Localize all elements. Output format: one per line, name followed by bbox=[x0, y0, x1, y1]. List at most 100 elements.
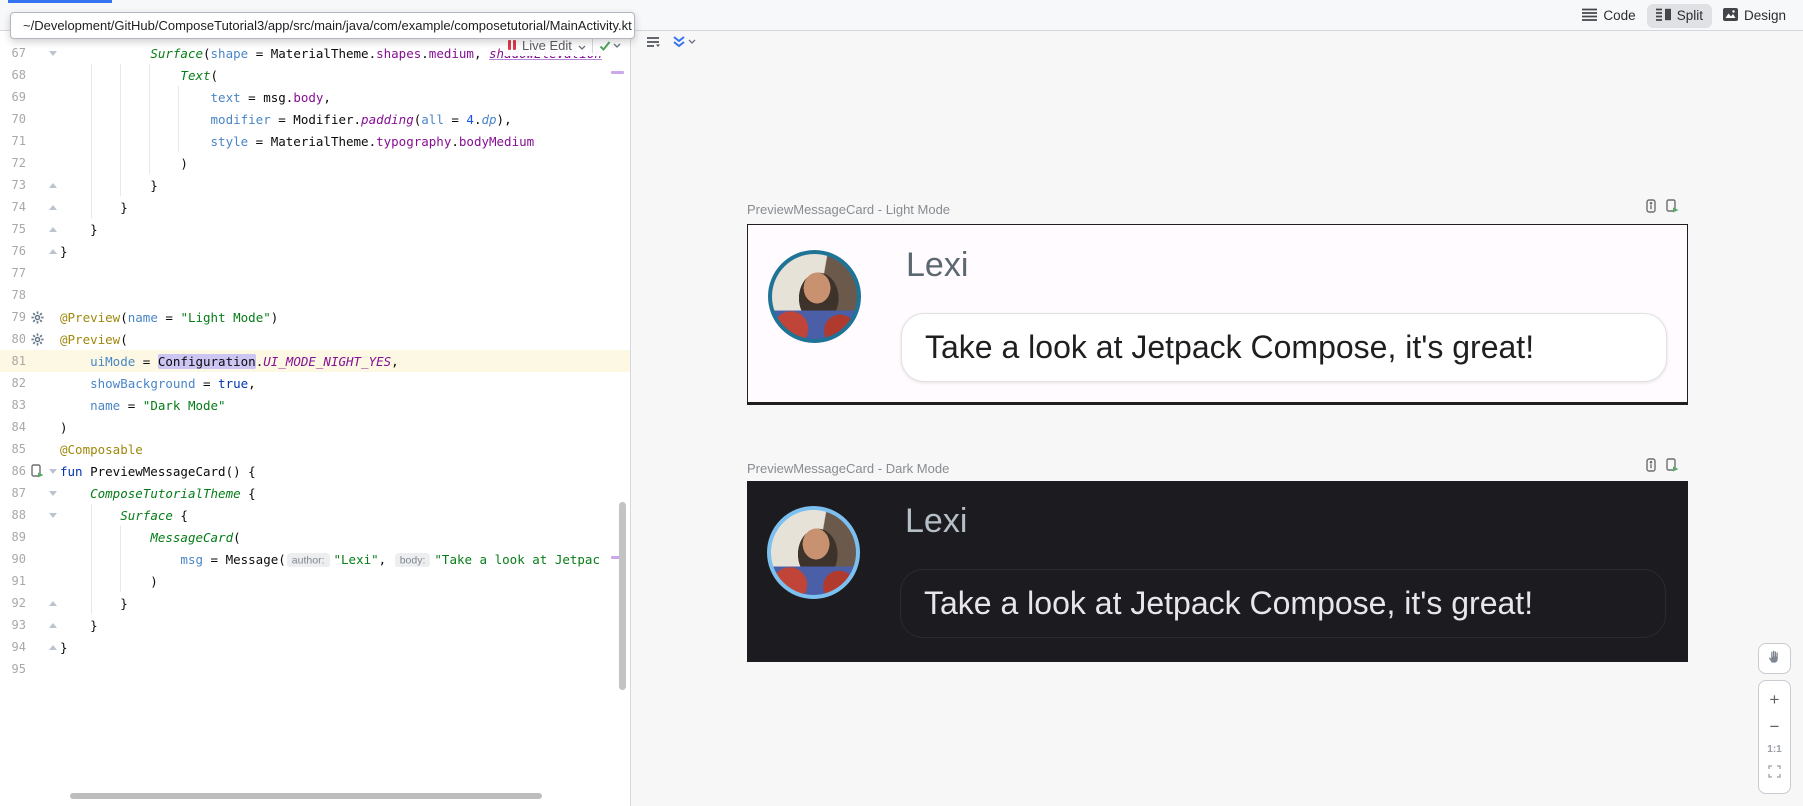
toolbar-divider bbox=[592, 39, 593, 53]
live-edit-label[interactable]: Live Edit bbox=[522, 38, 572, 53]
compose-preview-pane: PreviewMessageCard - Light Mode Lexi Tak… bbox=[632, 31, 1803, 806]
split-icon bbox=[1656, 8, 1671, 24]
tab-design[interactable]: Design bbox=[1714, 4, 1795, 28]
code-line[interactable]: 81 uiMode = Configuration.UI_MODE_NIGHT_… bbox=[0, 350, 630, 372]
code-line[interactable]: 82 showBackground = true, bbox=[0, 372, 630, 394]
line-number: 75 bbox=[0, 222, 26, 236]
tab-split[interactable]: Split bbox=[1647, 4, 1712, 28]
interactive-mode-icon[interactable] bbox=[1644, 458, 1658, 477]
code-line[interactable]: 84) bbox=[0, 416, 630, 438]
ui-check-dropdown[interactable] bbox=[646, 36, 660, 48]
fold-marker[interactable] bbox=[47, 623, 59, 628]
line-number: 95 bbox=[0, 662, 26, 676]
message-bubble: Take a look at Jetpack Compose, it's gre… bbox=[900, 569, 1666, 638]
zoom-in-button[interactable]: + bbox=[1770, 691, 1780, 708]
code-line[interactable]: 94} bbox=[0, 636, 630, 658]
code-line[interactable]: 79@Preview(name = "Light Mode") bbox=[0, 306, 630, 328]
syntax-ok-dropdown[interactable] bbox=[599, 41, 621, 51]
fold-marker[interactable] bbox=[47, 513, 59, 518]
fold-marker[interactable] bbox=[47, 469, 59, 474]
message-text: Take a look at Jetpack Compose, it's gre… bbox=[924, 585, 1533, 622]
line-number: 79 bbox=[0, 310, 26, 324]
code-line[interactable]: 88 Surface { bbox=[0, 504, 630, 526]
code-icon bbox=[1582, 8, 1597, 24]
zoom-actual-size-button[interactable]: 1:1 bbox=[1767, 744, 1781, 755]
author-name: Lexi bbox=[906, 246, 968, 285]
code-editor-pane[interactable]: 67 Surface(shape = MaterialTheme.shapes.… bbox=[0, 31, 631, 806]
line-number: 81 bbox=[0, 354, 26, 368]
code-line[interactable]: 75 } bbox=[0, 218, 630, 240]
fold-marker[interactable] bbox=[47, 645, 59, 650]
layout-inspector-dropdown[interactable] bbox=[672, 35, 696, 48]
line-number: 84 bbox=[0, 420, 26, 434]
gutter-gear-icon[interactable] bbox=[31, 333, 47, 346]
interactive-mode-icon[interactable] bbox=[1644, 199, 1658, 218]
code-line[interactable]: 72 ) bbox=[0, 152, 630, 174]
line-number: 91 bbox=[0, 574, 26, 588]
fold-marker[interactable] bbox=[47, 205, 59, 210]
line-number: 68 bbox=[0, 68, 26, 82]
vertical-scrollbar[interactable] bbox=[619, 502, 626, 690]
fold-marker[interactable] bbox=[47, 601, 59, 606]
code-line[interactable]: 76} bbox=[0, 240, 630, 262]
line-number: 90 bbox=[0, 552, 26, 566]
code-line[interactable]: 86fun PreviewMessageCard() { bbox=[0, 460, 630, 482]
code-line[interactable]: 74 } bbox=[0, 196, 630, 218]
chevron-down-icon[interactable] bbox=[578, 38, 586, 53]
line-number: 69 bbox=[0, 90, 26, 104]
preview-toolbar bbox=[646, 35, 696, 48]
code-line[interactable]: 69 text = msg.body, bbox=[0, 86, 630, 108]
code-line[interactable]: 92 } bbox=[0, 592, 630, 614]
line-number: 71 bbox=[0, 134, 26, 148]
fold-marker[interactable] bbox=[47, 491, 59, 496]
code-line[interactable]: 95 bbox=[0, 658, 630, 680]
preview-title: PreviewMessageCard - Dark Mode bbox=[747, 461, 949, 476]
tab-code[interactable]: Code bbox=[1573, 4, 1644, 28]
gutter-run-preview-icon[interactable] bbox=[31, 464, 47, 478]
code-line[interactable]: 93 } bbox=[0, 614, 630, 636]
preview-title: PreviewMessageCard - Light Mode bbox=[747, 202, 950, 217]
scrollbar-highlight-mark bbox=[611, 71, 624, 74]
pan-tool-button[interactable] bbox=[1758, 643, 1791, 674]
line-number: 92 bbox=[0, 596, 26, 610]
message-text: Take a look at Jetpack Compose, it's gre… bbox=[925, 329, 1534, 366]
line-number: 85 bbox=[0, 442, 26, 456]
tab-code-label: Code bbox=[1603, 8, 1635, 23]
run-preview-icon[interactable] bbox=[1666, 199, 1679, 218]
code-line[interactable]: 80@Preview( bbox=[0, 328, 630, 350]
code-line[interactable]: 78 bbox=[0, 284, 630, 306]
line-number: 94 bbox=[0, 640, 26, 654]
android-studio-window: Code Split Design Up-to-date 67 Surface(… bbox=[0, 0, 1803, 806]
hand-icon bbox=[1767, 649, 1782, 669]
code-line[interactable]: 89 MessageCard( bbox=[0, 526, 630, 548]
avatar bbox=[768, 250, 861, 343]
code-line[interactable]: 91 ) bbox=[0, 570, 630, 592]
avatar bbox=[767, 506, 860, 599]
file-path-text: ~/Development/GitHub/ComposeTutorial3/ap… bbox=[23, 18, 632, 33]
code-line[interactable]: 90 msg = Message(author:"Lexi", body:"Ta… bbox=[0, 548, 630, 570]
zoom-out-button[interactable]: − bbox=[1770, 718, 1780, 735]
code-line[interactable]: 68 Text( bbox=[0, 64, 630, 86]
code-line[interactable]: 71 style = MaterialTheme.typography.body… bbox=[0, 130, 630, 152]
line-number: 73 bbox=[0, 178, 26, 192]
code-line[interactable]: 85@Composable bbox=[0, 438, 630, 460]
fold-marker[interactable] bbox=[47, 227, 59, 232]
code-line[interactable]: 83 name = "Dark Mode" bbox=[0, 394, 630, 416]
zoom-controls: + − 1:1 bbox=[1758, 680, 1791, 794]
design-icon bbox=[1723, 8, 1738, 24]
code-line[interactable]: 73 } bbox=[0, 174, 630, 196]
horizontal-scrollbar[interactable] bbox=[70, 793, 542, 799]
code-line[interactable]: 77 bbox=[0, 262, 630, 284]
fold-marker[interactable] bbox=[47, 249, 59, 254]
code-line[interactable]: 87 ComposeTutorialTheme { bbox=[0, 482, 630, 504]
fold-marker[interactable] bbox=[47, 51, 59, 56]
line-number: 76 bbox=[0, 244, 26, 258]
line-number: 87 bbox=[0, 486, 26, 500]
code-line[interactable]: 70 modifier = Modifier.padding(all = 4.d… bbox=[0, 108, 630, 130]
run-preview-icon[interactable] bbox=[1666, 458, 1679, 477]
pause-icon bbox=[508, 38, 516, 53]
fold-marker[interactable] bbox=[47, 183, 59, 188]
gutter-gear-icon[interactable] bbox=[31, 311, 47, 324]
zoom-to-fit-icon[interactable] bbox=[1768, 765, 1781, 783]
author-name: Lexi bbox=[905, 502, 967, 541]
